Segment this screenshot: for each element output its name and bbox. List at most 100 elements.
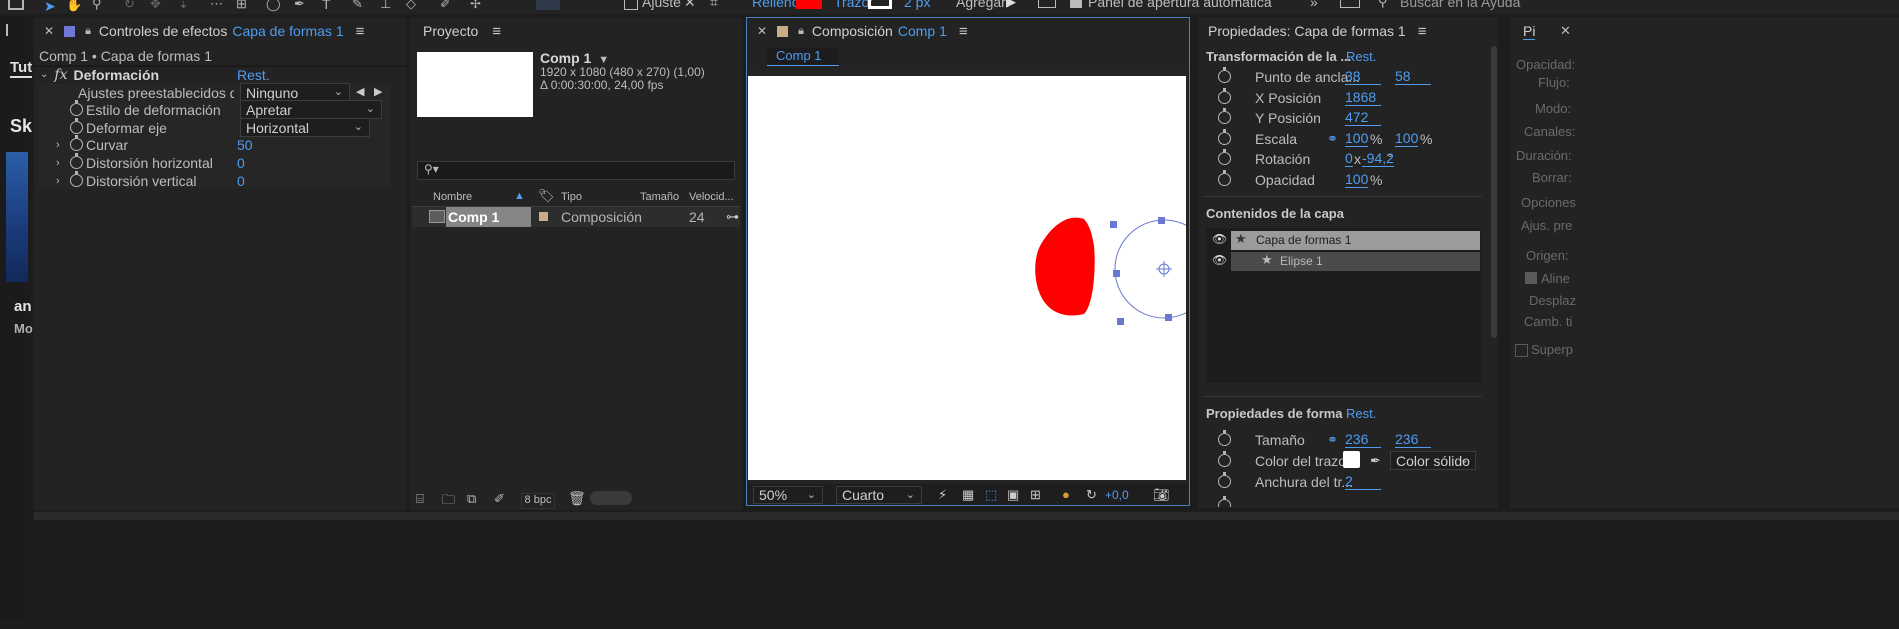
right-panel-tab[interactable]: Pi (1523, 23, 1536, 40)
menu-icon[interactable]: ≡ (492, 23, 501, 40)
effects-panel-title[interactable]: Controles de efectos (99, 23, 227, 39)
stopwatch-icon[interactable] (1218, 451, 1231, 467)
shape-reset-link[interactable]: Rest. (1346, 406, 1376, 421)
label-color-swatch[interactable] (539, 212, 548, 221)
transform-value-1[interactable]: 472 (1345, 109, 1381, 126)
stopwatch-icon[interactable] (70, 118, 83, 134)
stopwatch-icon[interactable] (1218, 88, 1231, 104)
hand-tool-icon[interactable]: ✋ (66, 0, 82, 13)
right-panel-checkbox[interactable] (1515, 344, 1528, 357)
camera-tool-icon[interactable]: ✥ (150, 0, 161, 12)
stopwatch-icon[interactable] (1218, 129, 1231, 145)
snap-grid-icon[interactable]: ⌗ (710, 0, 718, 11)
composition-panel-comp-link[interactable]: Comp 1 (898, 23, 947, 39)
visibility-eye-icon[interactable]: 👁︎ (1212, 253, 1227, 267)
shape-value-1[interactable]: 236 (1345, 431, 1381, 448)
roto-brush-tool-icon[interactable]: ✐ (440, 0, 451, 12)
project-col-size[interactable]: Tamaño (640, 191, 679, 203)
stopwatch-icon[interactable] (1218, 170, 1231, 186)
path-vertex-handle[interactable] (1110, 221, 1117, 228)
interpret-footage-icon[interactable]: ⌸ (416, 491, 424, 507)
bpc-badge[interactable]: 8 bpc (521, 493, 555, 509)
stopwatch-icon[interactable] (1218, 430, 1231, 446)
trash-icon[interactable]: 🗑︎ (568, 490, 586, 507)
transform-value-2[interactable]: 58 (1395, 68, 1431, 85)
stopwatch-icon[interactable] (70, 100, 83, 116)
agregar-button-icon[interactable]: ▶ (1006, 0, 1016, 10)
help-search-input[interactable]: Buscar en la Ayuda (1400, 0, 1520, 10)
effect-reset-link[interactable]: Rest. (237, 67, 270, 83)
shape-tool-icon[interactable]: ◯ (266, 0, 281, 12)
path-vertex-handle[interactable] (1113, 270, 1120, 277)
stroke-color-swatch[interactable] (868, 0, 892, 9)
transform-value-2[interactable]: 100 (1395, 130, 1419, 147)
constrain-link-icon[interactable]: ⚭ (1327, 131, 1338, 147)
zoom-tool-icon[interactable]: ⚲ (92, 0, 102, 12)
stopwatch-icon[interactable] (70, 153, 83, 169)
stopwatch-icon[interactable] (1218, 108, 1231, 124)
shape-value-1[interactable]: 2 (1345, 473, 1381, 490)
chevron-right-icon[interactable]: › (56, 139, 60, 151)
fill-color-swatch[interactable] (796, 0, 822, 9)
constrain-link-icon[interactable]: ⚭ (1327, 432, 1338, 448)
snap-toggle-icon[interactable] (536, 0, 560, 10)
rotate-tool-icon[interactable]: ↻ (124, 0, 135, 12)
ellipse-path[interactable] (1114, 219, 1186, 319)
layout-toggle-icon[interactable] (1038, 0, 1056, 8)
zoom-dropdown[interactable]: 50% ⌄ (753, 486, 823, 504)
project-search-input[interactable]: ⚲▾ (417, 161, 735, 180)
project-col-name[interactable]: Nombre (433, 191, 472, 203)
puppet-tool-icon[interactable]: ✢ (470, 0, 481, 12)
adjust-icon[interactable]: ✐ (494, 491, 505, 507)
left-strip-thumbnail[interactable] (6, 152, 28, 282)
preset-prev-icon[interactable]: ◀ (356, 85, 364, 98)
effect-prop-value[interactable]: 0 (237, 173, 245, 189)
transform-value-1[interactable]: 0 (1345, 150, 1353, 167)
comp-tab[interactable]: Comp 1 (767, 48, 839, 66)
panel-apertura-checkbox[interactable] (1070, 0, 1082, 8)
mask-visibility-icon[interactable]: ⬚ (985, 487, 997, 503)
properties-panel-title[interactable]: Propiedades: Capa de formas 1 (1208, 23, 1406, 39)
help-search-icon[interactable]: ⚲ (1378, 0, 1388, 10)
red-shape[interactable] (1035, 217, 1095, 316)
snap-close-icon[interactable]: ✕ (684, 0, 696, 11)
new-comp-icon[interactable]: ⧉ (467, 491, 476, 507)
snapshot-icon[interactable]: 📷︎ (1153, 487, 1170, 503)
transform-value-1[interactable]: 38 (1345, 68, 1381, 85)
stopwatch-icon[interactable] (70, 171, 83, 187)
eyedropper-icon[interactable]: ✒ (1370, 453, 1381, 469)
transform-value-1[interactable]: 100 (1345, 130, 1369, 147)
label-tag-icon[interactable]: 🏷︎ (538, 188, 555, 204)
fast-previews-icon[interactable]: ⚡︎ (938, 487, 947, 503)
transparency-grid-icon[interactable]: ▦ (962, 487, 974, 503)
brush-tool-icon[interactable]: ✎ (352, 0, 363, 12)
path-vertex-handle[interactable] (1165, 314, 1172, 321)
effect-prop-value[interactable]: 0 (237, 155, 245, 171)
lock-icon[interactable]: 🔒︎ (798, 25, 804, 38)
menu-icon[interactable]: ≡ (959, 23, 968, 40)
comp-canvas[interactable] (748, 76, 1186, 480)
list-item[interactable]: ★ Elipse 1 (1231, 252, 1480, 271)
project-col-speed[interactable]: Velocid... (689, 191, 734, 203)
chevron-right-icon[interactable]: › (56, 175, 60, 187)
transform-section-title[interactable]: Transformación de la ... (1206, 49, 1351, 64)
stamp-tool-icon[interactable]: ⊥ (380, 0, 391, 12)
region-of-interest-icon[interactable]: ▣ (1007, 487, 1019, 503)
pan-behind-tool-icon[interactable]: ⇣ (178, 0, 189, 12)
stopwatch-icon[interactable] (1218, 472, 1231, 488)
anchor-tool-icon[interactable]: ⋯ (210, 0, 223, 12)
flowchart-icon[interactable]: ⊶ (726, 209, 739, 225)
path-vertex-handle[interactable] (1158, 217, 1165, 224)
transform-value-1[interactable]: 100 (1345, 171, 1369, 188)
right-panel-close-icon[interactable]: ✕ (1560, 23, 1571, 39)
shape-value-2[interactable]: 236 (1395, 431, 1431, 448)
pen-tool-icon[interactable]: ✒ (294, 0, 305, 12)
menu-icon[interactable]: ≡ (356, 23, 365, 40)
sort-asc-icon[interactable]: ▲ (514, 190, 525, 202)
lock-icon[interactable]: 🔒︎ (85, 25, 91, 38)
project-scrollbar[interactable] (590, 491, 632, 505)
right-panel-checkbox[interactable] (1525, 272, 1537, 284)
list-item[interactable]: ★ Capa de formas 1 (1231, 231, 1480, 250)
transform-value-1[interactable]: 1868 (1345, 89, 1381, 106)
path-vertex-handle[interactable] (1117, 318, 1124, 325)
